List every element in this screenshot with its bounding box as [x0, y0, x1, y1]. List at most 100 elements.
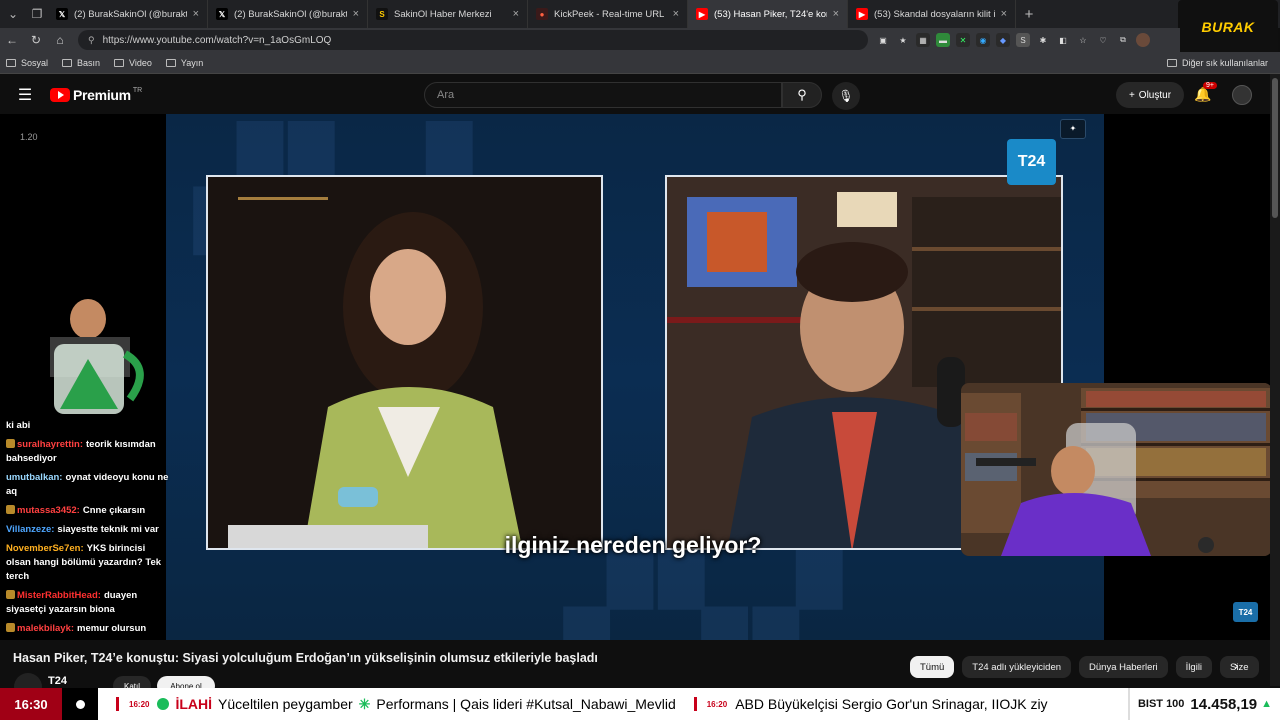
search-placeholder: Ara — [437, 89, 455, 101]
plus-icon: + — [1128, 89, 1135, 101]
news-ticker: 16:30 16:20 İLAHİ Yüceltilen peygamber ✳… — [0, 688, 1280, 720]
video-player[interactable]: 1.20 ▞▚▞ ▞▚▞ — [0, 114, 1270, 640]
extensions-row: ▣ ★ ▦ ▬ ✕ ◉ ◆ S ✱ ◧ ☆ ♡ ⧉ — [876, 33, 1150, 47]
filter-chip[interactable]: Size — [1220, 656, 1259, 678]
t24-watermark: T24 — [1233, 602, 1258, 622]
close-tab-icon[interactable]: × — [673, 8, 679, 20]
new-tab-button[interactable]: + — [1016, 0, 1042, 28]
extension-icon[interactable]: ▦ — [916, 33, 930, 47]
browser-tab[interactable]: 𝕏 (2) BurakSakinOl (@buraktut_) / X × — [208, 0, 368, 28]
chevron-right-icon[interactable]: › — [1234, 658, 1238, 673]
filter-chip[interactable]: İlgili — [1175, 656, 1213, 678]
bookmark-label: Video — [129, 57, 152, 68]
browser-tab[interactable]: ● KickPeek - Real-time URL Crawler × — [528, 0, 688, 28]
close-tab-icon[interactable]: × — [353, 8, 359, 20]
other-bookmarks[interactable]: Diğer sık kullanılanlar — [1166, 57, 1268, 68]
browser-tab[interactable]: S SakinOl Haber Merkezi × — [368, 0, 528, 28]
menu-icon[interactable]: ☰ — [0, 85, 50, 105]
youtube-icon: ▶ — [856, 8, 868, 20]
chat-message: suralhayrettin: teorik kısımdan bahsediyo… — [6, 438, 172, 466]
filter-chip[interactable]: T24 adlı yükleyiciden — [962, 656, 1072, 678]
interviewer-image — [208, 177, 601, 548]
ticker-track: 16:20 İLAHİ Yüceltilen peygamber ✳ Perfo… — [98, 688, 1128, 720]
sakinol-icon: S — [376, 8, 388, 20]
split-screen-icon[interactable]: ▣ — [876, 33, 890, 47]
tab-title: (2) BurakSakinOl (@buraktut_) / X — [234, 8, 347, 20]
sidebar-icon[interactable]: ◧ — [1056, 33, 1070, 47]
chat-username: mutassa3452: — [17, 505, 80, 516]
voice-search-button[interactable]: 🎙 — [832, 82, 860, 110]
folder-icon — [6, 58, 16, 67]
url-field[interactable]: ⚲ https://www.youtube.com/watch?v=n_1aOs… — [78, 30, 868, 50]
chat-badge-icon — [6, 439, 15, 448]
bookmark-folder-yayin[interactable]: Yayın — [165, 58, 203, 68]
close-tab-icon[interactable]: × — [513, 8, 519, 20]
video-title: Hasan Piker, T24’e konuştu: Siyasi yolcu… — [13, 651, 598, 665]
streamer-mug-image — [50, 299, 144, 414]
heart-icon[interactable]: ♡ — [1096, 33, 1110, 47]
folder-icon — [114, 58, 125, 67]
close-tab-icon[interactable]: × — [193, 8, 199, 20]
other-bookmarks-label: Diğer sık kullanılanlar — [1181, 57, 1268, 68]
notifications-badge: 9+ — [1203, 82, 1217, 89]
browser-tab[interactable]: 𝕏 (2) BurakSakinOl (@buraktut_) / X × — [48, 0, 208, 28]
youtube-play-icon — [50, 88, 70, 102]
page-scrollbar[interactable] — [1270, 74, 1280, 686]
trend-up-icon: ▲ — [1261, 698, 1273, 710]
ticker-bullet-icon — [157, 698, 170, 710]
reload-icon[interactable]: ↻ — [24, 28, 48, 52]
video-subtitle: ilginiz nereden geliyor? — [0, 532, 1262, 559]
back-icon[interactable]: ← — [0, 28, 24, 52]
mic-icon: 🎙 — [838, 89, 854, 103]
profile-avatar[interactable] — [1136, 33, 1150, 47]
bookmark-folder-basin[interactable]: Basın — [62, 58, 100, 68]
chat-message: mutassa3452: Cnne çıkarsın — [6, 504, 172, 518]
filter-chip[interactable]: Dünya Haberleri — [1079, 656, 1168, 678]
favorites-icon[interactable]: ☆ — [1076, 33, 1090, 47]
site-info-icon[interactable]: ⚲ — [88, 35, 95, 46]
extension-icon[interactable]: ✕ — [956, 33, 970, 47]
stream-right-panel — [1104, 114, 1270, 640]
bookmark-folder-sosyal[interactable]: Sosyal — [6, 58, 48, 68]
account-avatar[interactable] — [1232, 85, 1252, 105]
collections-icon[interactable]: ⧉ — [1116, 33, 1130, 47]
chat-username: umutbalkan: — [6, 472, 63, 483]
extension-icon[interactable]: ▬ — [936, 33, 950, 47]
browser-tab[interactable]: ▶ (53) Skandal dosyaların kilit ismi: A × — [848, 0, 1016, 28]
youtube-header: ☰ Premium TR Ara ⚲ 🎙 + Oluştur 🔔 9+ — [0, 76, 1270, 114]
create-button[interactable]: + Oluştur — [1116, 82, 1184, 108]
streamer-webcam — [961, 383, 1270, 556]
ticker-separator — [693, 697, 697, 711]
bookmark-label: Sosyal — [21, 57, 49, 68]
chat-message: umutbalkan: oynat videoyu konu ne aq — [6, 471, 172, 499]
extension-icon[interactable]: ◆ — [996, 33, 1010, 47]
extensions-puzzle-icon[interactable]: ✱ — [1036, 33, 1050, 47]
folder-icon — [1166, 58, 1177, 67]
channel-name[interactable]: T24 — [48, 675, 67, 687]
ticker-headline: Yüceltilen peygamber — [218, 696, 353, 712]
extension-icon[interactable]: S — [1016, 33, 1030, 47]
search-button[interactable]: ⚲ — [782, 82, 822, 108]
scrollbar-thumb[interactable] — [1272, 78, 1278, 218]
chat-username: MisterRabbitHead: — [17, 590, 101, 601]
browser-tab[interactable]: ▶ (53) Hasan Piker, T24'e konuş × — [688, 0, 848, 28]
filter-chip[interactable]: Tümü — [910, 656, 955, 678]
close-tab-icon[interactable]: × — [833, 8, 839, 20]
workspaces-icon[interactable]: ❐ — [26, 0, 48, 28]
live-chat-overlay: ki abi suralhayrettin: teorik kısımdan bah… — [6, 419, 172, 640]
search-icon: ⚲ — [797, 87, 807, 102]
search-input[interactable]: Ara — [424, 82, 782, 108]
create-label: Oluştur — [1138, 89, 1172, 101]
t24-logo: T24 — [1007, 139, 1056, 185]
bookmark-folder-video[interactable]: Video — [114, 58, 152, 68]
related-chips: Tümü T24 adlı yükleyiciden Dünya Haberleri… — [910, 656, 1259, 678]
youtube-logo[interactable]: Premium TR — [50, 87, 142, 103]
close-tab-icon[interactable]: × — [1001, 8, 1007, 20]
extension-icon[interactable]: ◉ — [976, 33, 990, 47]
favorite-star-icon[interactable]: ★ — [896, 33, 910, 47]
chat-text: ki abi — [6, 420, 31, 431]
stream-corner-counter: 1.20 — [20, 132, 38, 142]
tab-search-chevron-icon[interactable]: ⌄ — [0, 0, 26, 28]
plus-badge: ✦ — [1060, 119, 1086, 139]
home-icon[interactable]: ⌂ — [48, 28, 72, 52]
